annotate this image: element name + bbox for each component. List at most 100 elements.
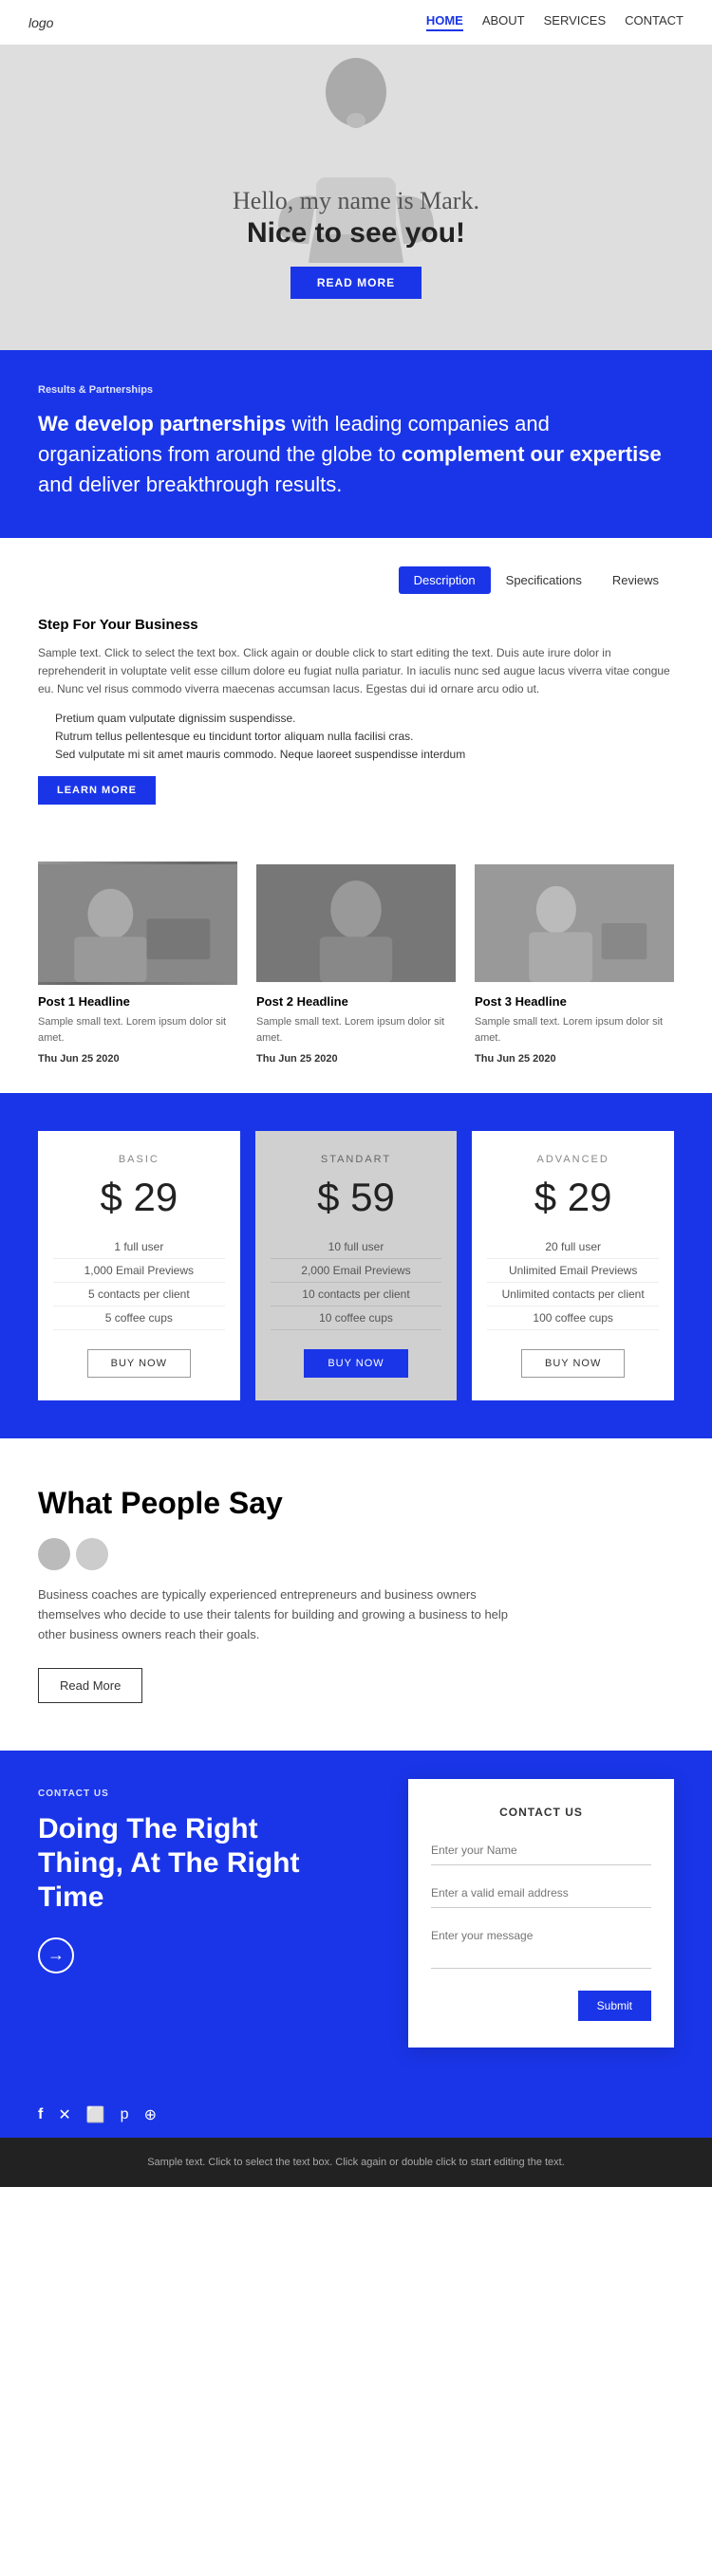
partnerships-label: Results & Partnerships (38, 384, 674, 396)
hero-tagline: Nice to see you! (57, 217, 655, 250)
post-card-1: Post 1 Headline Sample small text. Lorem… (38, 862, 237, 1065)
post-2-date: Thu Jun 25 2020 (256, 1053, 456, 1065)
arrow-button[interactable]: → (38, 1937, 74, 1974)
avatar-2 (76, 1538, 108, 1570)
partnerships-bold2: complement our expertise (402, 442, 662, 466)
advanced-feature-2: Unlimited Email Previews (487, 1259, 659, 1283)
advanced-feature-1: 20 full user (487, 1235, 659, 1259)
tabs-content: Step For Your Business Sample text. Clic… (38, 617, 674, 806)
plan-standart-label: STANDART (271, 1154, 442, 1165)
partnerships-section: Results & Partnerships We develop partne… (0, 350, 712, 538)
testimonial-text: Business coaches are typically experienc… (38, 1585, 532, 1644)
post-2-headline: Post 2 Headline (256, 994, 456, 1009)
hero-text: Hello, my name is Mark. Nice to see you!… (57, 187, 655, 322)
contact-name-input[interactable] (431, 1836, 651, 1865)
tab-specifications[interactable]: Specifications (491, 566, 597, 594)
tabs-section: Description Specifications Reviews Step … (0, 538, 712, 834)
checklist-item-3: Sed vulputate mi sit amet mauris commodo… (38, 748, 674, 761)
basic-feature-3: 5 contacts per client (53, 1283, 225, 1307)
contact-message-input[interactable] (431, 1921, 651, 1969)
post-1-image (38, 862, 237, 985)
twitter-icon[interactable]: ✕ (58, 2105, 70, 2124)
plan-basic-features: 1 full user 1,000 Email Previews 5 conta… (53, 1235, 225, 1330)
plan-standart-price: $ 59 (271, 1175, 442, 1220)
pricing-section: BASIC $ 29 1 full user 1,000 Email Previ… (0, 1093, 712, 1438)
advanced-feature-3: Unlimited contacts per client (487, 1283, 659, 1307)
submit-button[interactable]: Submit (578, 1991, 651, 2021)
pricing-advanced: ADVANCED $ 29 20 full user Unlimited Ema… (472, 1131, 674, 1400)
standart-feature-1: 10 full user (271, 1235, 442, 1259)
tab-description[interactable]: Description (399, 566, 491, 594)
testimonial-heading: What People Say (38, 1486, 674, 1521)
footer: Sample text. Click to select the text bo… (0, 2138, 712, 2187)
nav-about[interactable]: ABOUT (482, 13, 525, 31)
footer-text: Sample text. Click to select the text bo… (147, 2157, 565, 2168)
hero-greeting: Hello, my name is Mark. (57, 187, 655, 215)
post-3-headline: Post 3 Headline (475, 994, 674, 1009)
pricing-grid: BASIC $ 29 1 full user 1,000 Email Previ… (38, 1131, 674, 1400)
post-2-image (256, 862, 456, 985)
advanced-feature-4: 100 coffee cups (487, 1307, 659, 1330)
partnerships-text: We develop partnerships with leading com… (38, 409, 674, 500)
partnerships-text4: and deliver breakthrough results. (38, 473, 342, 496)
contact-form-title: CONTACT US (431, 1806, 651, 1819)
tab-reviews[interactable]: Reviews (597, 566, 674, 594)
tabs-heading: Step For Your Business (38, 617, 674, 633)
hero-section: Hello, my name is Mark. Nice to see you!… (0, 45, 712, 350)
post-2-text: Sample small text. Lorem ipsum dolor sit… (256, 1014, 456, 1046)
facebook-icon[interactable]: f (38, 2106, 43, 2123)
post-1-date: Thu Jun 25 2020 (38, 1053, 237, 1065)
avatar-1 (38, 1538, 70, 1570)
standart-feature-4: 10 coffee cups (271, 1307, 442, 1330)
post-card-2: Post 2 Headline Sample small text. Lorem… (256, 862, 456, 1065)
standart-feature-2: 2,000 Email Previews (271, 1259, 442, 1283)
post-3-date: Thu Jun 25 2020 (475, 1053, 674, 1065)
plan-basic-price: $ 29 (53, 1175, 225, 1220)
basic-feature-4: 5 coffee cups (53, 1307, 225, 1330)
nav-home[interactable]: HOME (426, 13, 463, 31)
posts-grid: Post 1 Headline Sample small text. Lorem… (38, 862, 674, 1065)
tabs-row: Description Specifications Reviews (38, 566, 674, 594)
posts-section: Post 1 Headline Sample small text. Lorem… (0, 833, 712, 1093)
hero-read-more-button[interactable]: READ MORE (290, 267, 422, 299)
testimonial-avatars (38, 1538, 674, 1570)
post-3-image (475, 862, 674, 985)
checklist: Pretium quam vulputate dignissim suspend… (38, 712, 674, 761)
checklist-item-1: Pretium quam vulputate dignissim suspend… (38, 712, 674, 725)
plan-advanced-price: $ 29 (487, 1175, 659, 1220)
social-row: f ✕ ⬜ p ⊕ (0, 2092, 712, 2138)
plan-standart-features: 10 full user 2,000 Email Previews 10 con… (271, 1235, 442, 1330)
pricing-basic: BASIC $ 29 1 full user 1,000 Email Previ… (38, 1131, 240, 1400)
post-1-text: Sample small text. Lorem ipsum dolor sit… (38, 1014, 237, 1046)
logo: logo (28, 15, 53, 30)
basic-feature-1: 1 full user (53, 1235, 225, 1259)
plan-advanced-features: 20 full user Unlimited Email Previews Un… (487, 1235, 659, 1330)
read-more-button[interactable]: Read More (38, 1668, 142, 1703)
plan-advanced-label: ADVANCED (487, 1154, 659, 1165)
instagram-icon[interactable]: ⬜ (86, 2105, 105, 2124)
contact-email-input[interactable] (431, 1879, 651, 1908)
behance-icon[interactable]: ⊕ (144, 2105, 157, 2124)
basic-buy-button[interactable]: BUY NOW (87, 1349, 191, 1378)
post-card-3: Post 3 Headline Sample small text. Lorem… (475, 862, 674, 1065)
advanced-buy-button[interactable]: BUY NOW (521, 1349, 625, 1378)
contact-form-box: CONTACT US Submit (408, 1779, 674, 2048)
learn-more-button[interactable]: LEARN MORE (38, 776, 156, 805)
nav-links: HOME ABOUT SERVICES CONTACT (426, 13, 684, 31)
contact-heading: Doing The Right Thing, At The Right Time (38, 1812, 323, 1915)
pinterest-icon[interactable]: p (121, 2106, 129, 2123)
nav-contact[interactable]: CONTACT (625, 13, 684, 31)
tabs-body: Sample text. Click to select the text bo… (38, 644, 674, 699)
standart-feature-3: 10 contacts per client (271, 1283, 442, 1307)
plan-basic-label: BASIC (53, 1154, 225, 1165)
testimonial-section: What People Say Business coaches are typ… (0, 1438, 712, 1750)
post-1-headline: Post 1 Headline (38, 994, 237, 1009)
checklist-item-2: Rutrum tellus pellentesque eu tincidunt … (38, 730, 674, 743)
post-3-text: Sample small text. Lorem ipsum dolor sit… (475, 1014, 674, 1046)
contact-section: CONTACT US Doing The Right Thing, At The… (0, 1751, 712, 2092)
standart-buy-button[interactable]: BUY NOW (304, 1349, 407, 1378)
nav-services[interactable]: SERVICES (544, 13, 607, 31)
navigation: logo HOME ABOUT SERVICES CONTACT (0, 0, 712, 45)
basic-feature-2: 1,000 Email Previews (53, 1259, 225, 1283)
pricing-standart: STANDART $ 59 10 full user 2,000 Email P… (255, 1131, 458, 1400)
